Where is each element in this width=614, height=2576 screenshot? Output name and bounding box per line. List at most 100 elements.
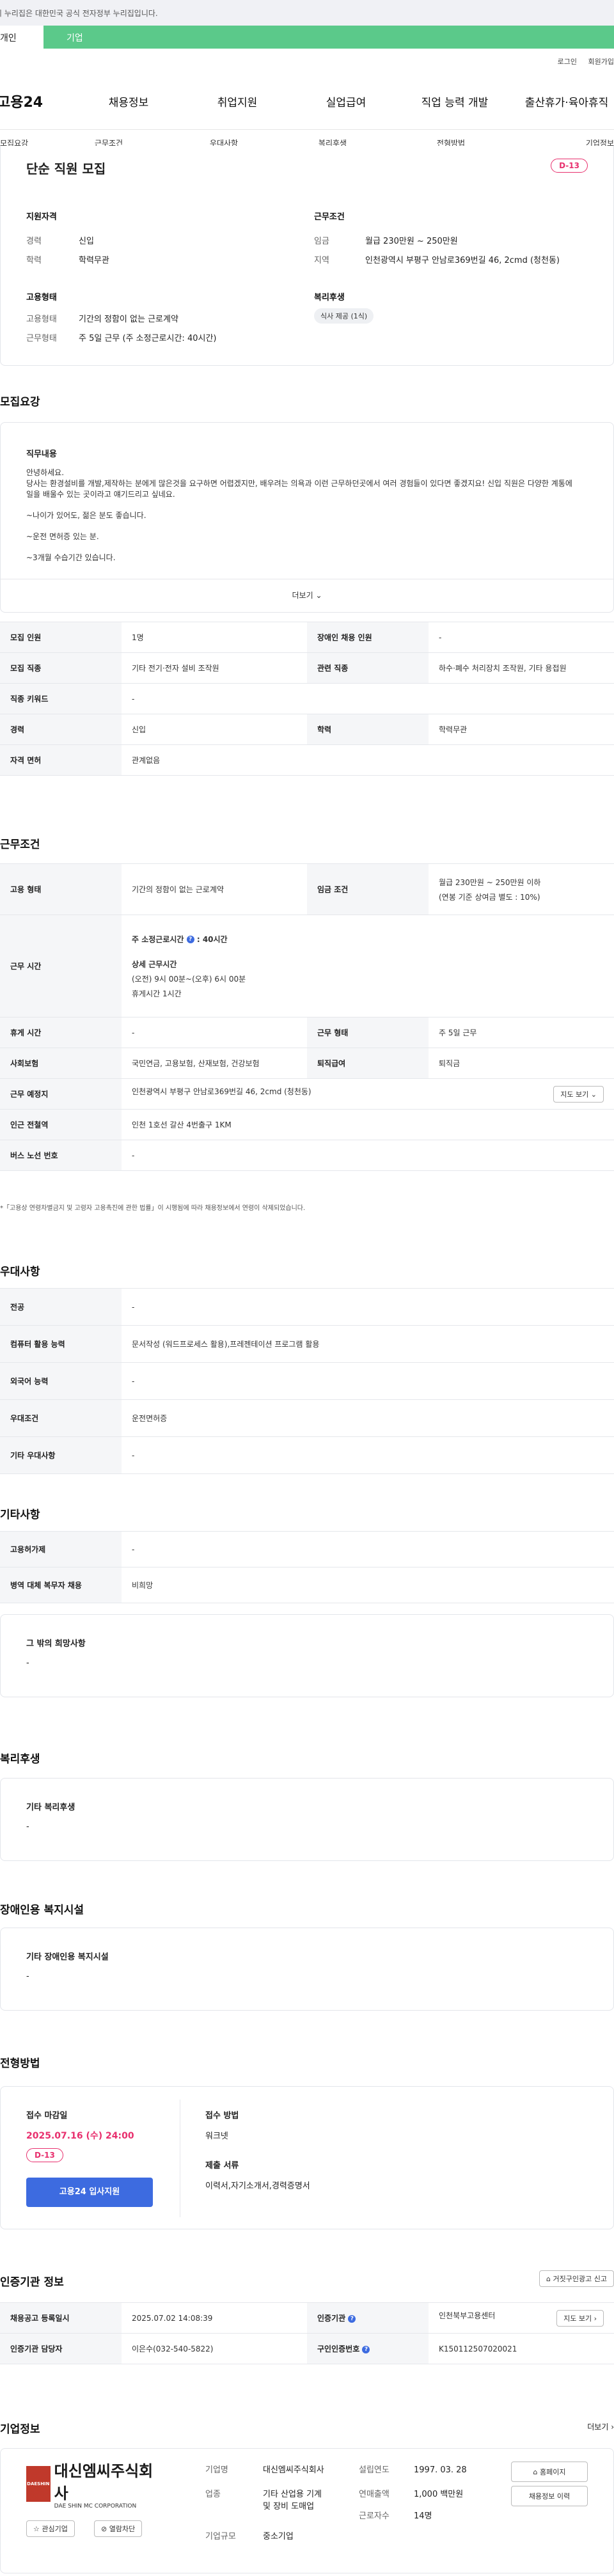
etc-table: 고용허가제 - 병역 대체 복무자 채용 비희망	[0, 1531, 614, 1603]
info-icon[interactable]: ?	[362, 2345, 370, 2353]
table-row: 인증기관 담당자 이은수(032-540-5822) 구인인증번호 ? K150…	[0, 2333, 614, 2364]
company-more-link[interactable]: 더보기 ›	[587, 2421, 614, 2432]
deadline-value: 2025.07.16 (수) 24:00	[26, 2131, 134, 2141]
tab-company[interactable]: 기업	[43, 26, 614, 49]
chevron-down-icon: ⌄	[590, 1090, 597, 1099]
table-row: 자격 면허 관계없음	[0, 744, 614, 776]
table-header: 인증기관 담당자	[0, 2333, 122, 2364]
nav-employment-support[interactable]: 취업지원	[183, 93, 292, 109]
nav-training[interactable]: 직업 능력 개발	[400, 93, 509, 109]
join-link[interactable]: 회원가입	[588, 58, 614, 66]
duty-line: 안녕하세요.	[26, 468, 65, 477]
home-alert-icon: ⌂	[546, 2275, 551, 2283]
company-logo-ko: 대신엠씨주식회사	[54, 2462, 154, 2502]
industry-value: 기타 산업용 기계	[263, 2490, 322, 2499]
emp-title: 고용형태	[26, 293, 57, 302]
block-icon: ⊘	[101, 2525, 107, 2533]
nav-parental-leave[interactable]: 출산휴가·육아휴직	[509, 93, 614, 109]
info-icon[interactable]: ?	[348, 2314, 356, 2323]
welfare-title: 복리후생	[314, 293, 345, 302]
duty-line: ~나이가 있어도, 젊은 분도 좋습니다.	[26, 511, 146, 520]
duty-line: ~운전 면허증 있는 분.	[26, 532, 99, 541]
table-header: 사회보험	[0, 1048, 122, 1079]
work-section-title: 근무조건	[0, 838, 40, 851]
info-icon[interactable]: ?	[186, 936, 194, 943]
block-label: 열람차단	[109, 2525, 136, 2533]
employees-label: 근로자수	[359, 2511, 390, 2521]
wage-value: 월급 230만원 ~ 250만원	[365, 237, 458, 246]
edu-label: 학력	[26, 256, 42, 265]
worktime-hours: : 40시간	[196, 934, 228, 944]
table-cell: 하수·폐수 처리장치 조작원, 기타 용접원	[429, 652, 614, 684]
revenue-label: 연매출액	[359, 2490, 390, 2499]
job-title: 단순 직원 모집	[26, 161, 106, 177]
tab-personal[interactable]: 개인	[0, 26, 43, 49]
other-wish-value: -	[26, 1658, 29, 1668]
table-row: 병역 대체 복무자 채용 비희망	[0, 1567, 614, 1603]
table-cell: 2025.07.02 14:08:39	[122, 2302, 307, 2334]
table-header: 전공	[0, 1288, 122, 1326]
table-cell: -	[122, 1017, 307, 1048]
map-button[interactable]: 지도 보기 ⌄	[553, 1085, 604, 1103]
table-header: 퇴직급여	[307, 1048, 429, 1079]
welfare-value: -	[26, 1822, 29, 1832]
site-logo[interactable]: 고용24	[0, 91, 74, 111]
table-row: 모집 직종 기타 전기·전자 설비 조작원 관련 직종 하수·폐수 처리장치 조…	[0, 652, 614, 684]
worktype-row: 근무형태 주 5일 근무 (주 소정근로시간: 40시간)	[26, 331, 216, 343]
block-button[interactable]: ⊘ 열람차단	[94, 2520, 143, 2537]
revenue-value: 1,000 백만원	[414, 2490, 464, 2499]
chevron-down-icon: ⌄	[315, 591, 322, 600]
cert-map-button[interactable]: 지도 보기 ›	[556, 2309, 604, 2327]
user-type-tabs: 개인 기업	[0, 26, 614, 49]
nav-jobs[interactable]: 채용정보	[74, 93, 183, 109]
table-cell: 퇴직금	[429, 1048, 614, 1079]
industry-value-2: 및 장비 도매업	[263, 2502, 315, 2511]
company-name-value: 대신엠씨주식회사	[263, 2465, 324, 2475]
table-cell: 비희망	[122, 1567, 614, 1603]
other-wish-card: 그 밖의 희망사항 -	[0, 1614, 614, 1697]
table-row: 직종 키워드 -	[0, 683, 614, 714]
table-header: 외국어 능력	[0, 1362, 122, 1400]
more-button[interactable]: 더보기 ⌄	[1, 579, 613, 613]
work-table: 고용 형태 기간의 정함이 없는 근로계약 임금 조건 월급 230만원 ~ 2…	[0, 863, 614, 1171]
place-value: 인천광역시 부평구 안남로369번길 46, 2cmd (청천동)	[132, 1087, 311, 1096]
table-row: 채용공고 등록일시 2025.07.02 14:08:39 인증기관 ? 인천북…	[0, 2302, 614, 2334]
table-cell: 1명	[122, 622, 307, 653]
table-cell: 주 소정근로시간 ? : 40시간 상세 근무시간 (오전) 9시 00분~(오…	[122, 915, 614, 1017]
table-row: 고용허가제 -	[0, 1531, 614, 1567]
region-label: 지역	[314, 256, 329, 265]
table-header: 근무 형태	[307, 1017, 429, 1048]
table-header: 학력	[307, 714, 429, 745]
qual-title: 지원자격	[26, 212, 57, 222]
homepage-button[interactable]: ⌂ 홈페이지	[511, 2462, 588, 2482]
table-cell: 월급 230만원 ~ 250만원 이하 (연봉 기준 상여금 별도 : 10%)	[429, 863, 614, 915]
login-link[interactable]: 로그인	[558, 58, 577, 66]
fav-company-button[interactable]: ☆ 관심기업	[26, 2520, 75, 2537]
org-label: 인증기관	[317, 2314, 346, 2323]
table-header: 경력	[0, 714, 122, 745]
edu-value: 학력무관	[79, 256, 109, 265]
table-cell: -	[122, 1362, 614, 1400]
apply-button[interactable]: 고용24 입사지원	[26, 2178, 153, 2207]
report-button[interactable]: ⌂ 거짓구인광고 신고	[539, 2270, 614, 2287]
docs-value: 이력서,자기소개서,경력증명서	[205, 2181, 310, 2191]
table-cell: 운전면허증	[122, 1399, 614, 1437]
history-button[interactable]: 채용정보 이력	[511, 2486, 588, 2506]
pref-section-title: 우대사항	[0, 1266, 40, 1278]
table-header: 장애인 채용 인원	[307, 622, 429, 653]
worktime-main: 주 소정근로시간 ? : 40시간	[132, 934, 604, 945]
table-cell: -	[122, 1288, 614, 1326]
table-header: 고용 형태	[0, 863, 122, 915]
worktime-label: 주 소정근로시간	[132, 934, 184, 944]
dday-badge: D-13	[26, 2148, 63, 2162]
wage-line: 월급 230만원 ~ 250만원 이하	[439, 877, 541, 887]
career-label: 경력	[26, 237, 42, 246]
table-cell: 이은수(032-540-5822)	[122, 2333, 307, 2364]
table-cell: 기간의 정함이 없는 근로계약	[122, 863, 307, 915]
cond-title: 근무조건	[314, 212, 345, 222]
nav-unemployment[interactable]: 실업급여	[292, 93, 400, 109]
table-header: 인증기관 ?	[307, 2302, 429, 2334]
etc-section-title: 기타사항	[0, 1509, 40, 1521]
table-cell: -	[122, 1436, 614, 1474]
method-label: 접수 방법	[205, 2111, 239, 2121]
